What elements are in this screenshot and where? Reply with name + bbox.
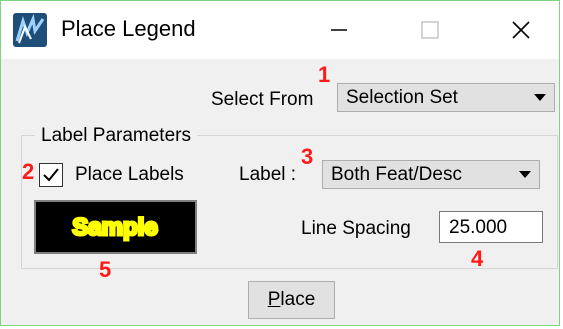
annotation-3: 3 — [301, 144, 314, 169]
svg-text:Sample: Sample — [72, 214, 157, 241]
annotation-5: 5 — [99, 257, 112, 282]
title-bar[interactable]: Place Legend — [1, 1, 559, 59]
sample-text: Sample — [71, 213, 159, 243]
line-spacing-label: Line Spacing — [301, 218, 411, 239]
annotation-4: 4 — [471, 246, 484, 271]
label-combo-label: Label : — [239, 164, 297, 185]
select-from-dropdown[interactable]: Selection Set — [337, 83, 555, 112]
place-labels-checkbox[interactable] — [39, 163, 63, 187]
sample-preview: Sample — [34, 200, 197, 254]
annotation-2: 2 — [22, 159, 35, 184]
chevron-down-icon — [519, 171, 531, 178]
line-spacing-input[interactable]: 25.000 — [439, 211, 543, 243]
label-dropdown[interactable]: Both Feat/Desc — [322, 160, 540, 189]
label-value: Both Feat/Desc — [331, 164, 462, 185]
chevron-down-icon — [534, 94, 546, 101]
place-button-mnemonic: P — [267, 289, 281, 310]
place-legend-window: Place Legend Select From Selection Set L… — [0, 0, 560, 326]
select-from-value: Selection Set — [346, 87, 458, 108]
minimize-icon — [331, 29, 347, 31]
checkmark-icon — [43, 168, 59, 182]
window-title: Place Legend — [61, 16, 196, 41]
minimize-button[interactable] — [311, 5, 367, 55]
place-button-rest: lace — [280, 289, 316, 310]
select-from-label: Select From — [211, 89, 314, 110]
maximize-button[interactable] — [402, 5, 458, 55]
maximize-icon — [421, 21, 439, 39]
annotation-1: 1 — [318, 62, 331, 87]
close-icon — [512, 21, 530, 39]
place-labels-label[interactable]: Place Labels — [75, 164, 184, 186]
app-logo-icon — [13, 13, 47, 47]
close-button[interactable] — [493, 5, 549, 55]
place-button[interactable]: Place — [248, 281, 335, 319]
label-parameters-title: Label Parameters — [35, 125, 197, 147]
